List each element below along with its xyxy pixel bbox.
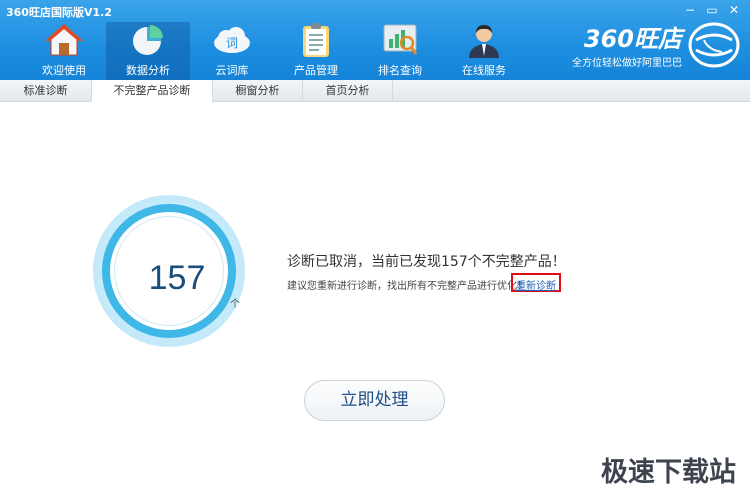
nav-label: 数据分析 [126, 64, 170, 77]
window-title: 360旺店国际版V1.2 [6, 6, 112, 19]
nav-label: 欢迎使用 [42, 64, 86, 77]
nav-item-data-analysis[interactable]: 数据分析 [106, 22, 190, 80]
tab-homepage-analysis[interactable]: 首页分析 [303, 80, 393, 102]
cloud-glyph: 词 [226, 36, 238, 50]
window-controls: − ▭ ✕ [680, 2, 744, 18]
nav-item-welcome[interactable]: 欢迎使用 [22, 22, 106, 80]
support-agent-icon [464, 22, 504, 58]
nav-label: 在线服务 [462, 64, 506, 77]
count-unit: 个 [230, 299, 240, 310]
nav-label: 云词库 [215, 64, 249, 77]
tab-showcase-analysis[interactable]: 橱窗分析 [213, 80, 303, 102]
tab-incomplete-product-diagnosis[interactable]: 不完整产品诊断 [92, 80, 213, 103]
watermark: 极速下载站 [601, 457, 736, 488]
main-nav: 欢迎使用 数据分析 词 云词库 产品管理 排名查询 在线服务 [22, 22, 526, 80]
process-now-button[interactable]: 立即处理 [304, 380, 445, 421]
gauge-ring: 157 个 [102, 204, 240, 338]
nav-item-ranking-query[interactable]: 排名查询 [358, 22, 442, 80]
pie-chart-icon [128, 22, 168, 58]
incomplete-count: 157 [148, 259, 206, 297]
brand-logo-icon [688, 22, 740, 72]
tab-bar: 标准诊断 不完整产品诊断 橱窗分析 首页分析 [0, 80, 750, 103]
cloud-icon: 词 [212, 22, 252, 58]
result-message: 诊断已取消，当前已发现157个不完整产品！ [287, 254, 566, 270]
clipboard-icon [296, 22, 336, 58]
brand-name: 360旺店 [583, 24, 682, 53]
close-button[interactable]: ✕ [724, 2, 744, 18]
maximize-button[interactable]: ▭ [702, 2, 722, 18]
brand: 360旺店 全方位轻松做好阿里巴巴 [572, 22, 740, 72]
nav-item-online-service[interactable]: 在线服务 [442, 22, 526, 80]
ranking-search-icon [380, 22, 420, 58]
rediagnose-link[interactable]: 重新诊断 [516, 277, 556, 292]
tab-standard-diagnosis[interactable]: 标准诊断 [0, 80, 92, 102]
nav-label: 排名查询 [378, 64, 422, 77]
home-icon [44, 22, 84, 58]
app-header: 360旺店国际版V1.2 − ▭ ✕ 欢迎使用 数据分析 词 云词库 产品管理 … [0, 0, 750, 80]
nav-item-cloud-thesaurus[interactable]: 词 云词库 [190, 22, 274, 80]
nav-label: 产品管理 [294, 64, 338, 77]
minimize-button[interactable]: − [680, 2, 700, 18]
result-gauge: 157 个 [93, 195, 245, 347]
brand-slogan: 全方位轻松做好阿里巴巴 [572, 57, 682, 69]
result-suggestion: 建议您重新进行诊断，找出所有不完整产品进行优化！ [287, 281, 527, 292]
nav-item-product-management[interactable]: 产品管理 [274, 22, 358, 80]
